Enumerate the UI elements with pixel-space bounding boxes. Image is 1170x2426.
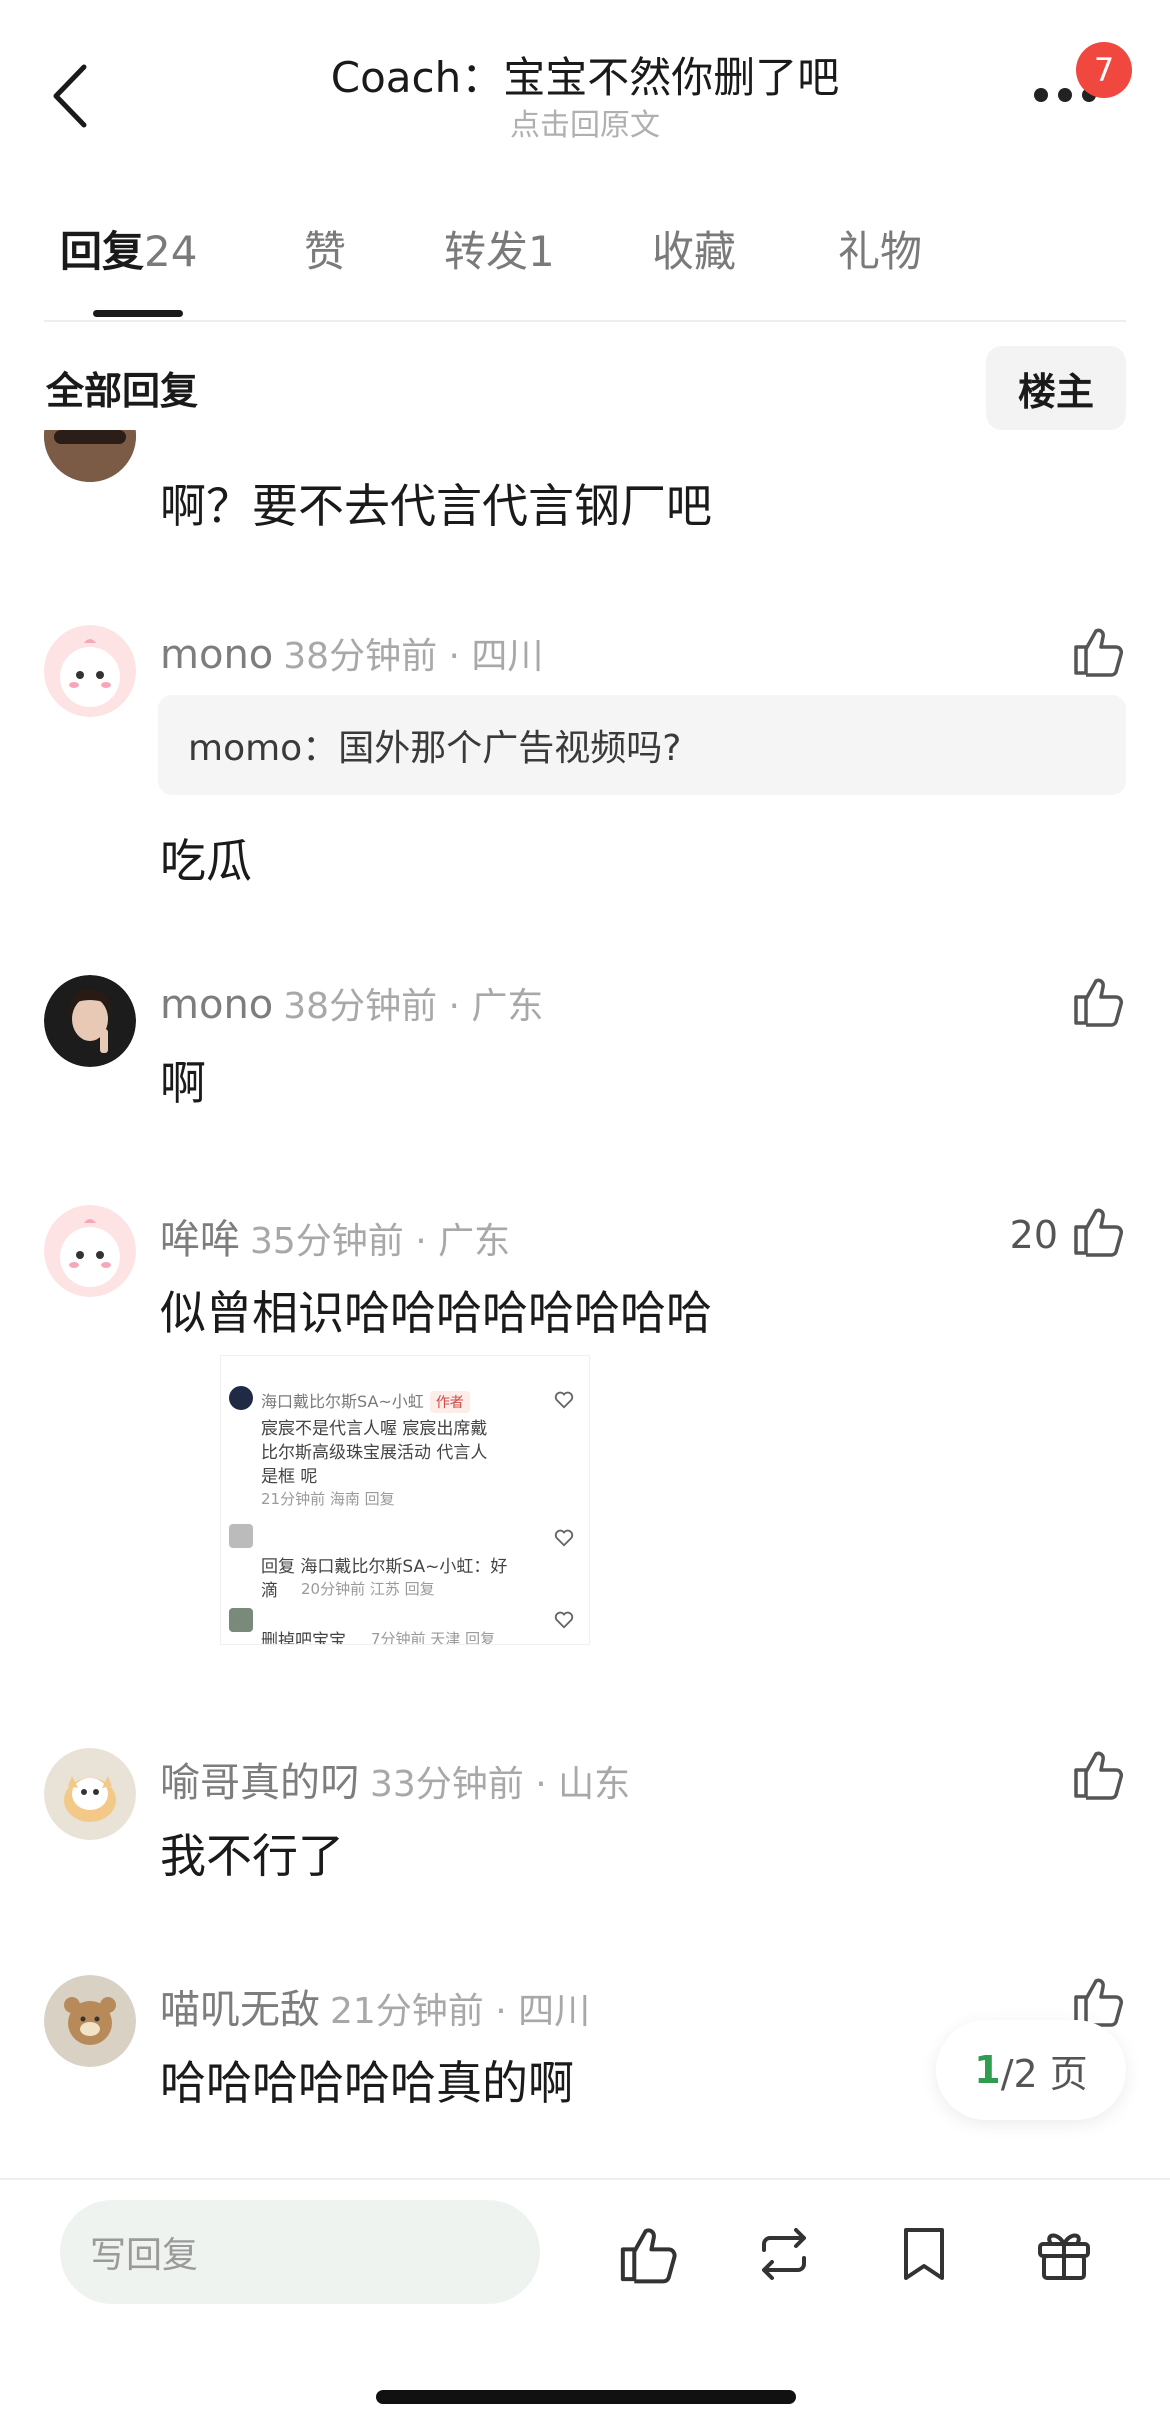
- comment-text: 吃瓜: [160, 834, 252, 888]
- repost-button[interactable]: [752, 2222, 816, 2286]
- bookmark-button[interactable]: [892, 2222, 956, 2286]
- tab-favorites[interactable]: 收藏: [652, 218, 736, 279]
- avatar[interactable]: [44, 1748, 136, 1840]
- thumbs-up-icon: [1074, 1751, 1123, 1800]
- comment-text: 哈哈哈哈哈哈真的啊: [160, 2056, 574, 2110]
- gift-button[interactable]: [1032, 2222, 1096, 2286]
- comment-author-row: 哞哞 35分钟前 · 广东: [160, 1207, 510, 1265]
- tab-reposts[interactable]: 转发1: [444, 218, 555, 279]
- all-replies-heading: 全部回复: [46, 369, 199, 413]
- heart-icon: [554, 1529, 574, 1547]
- tab-gifts[interactable]: 礼物: [838, 218, 922, 279]
- repost-icon: [762, 2228, 806, 2280]
- comment-list: 啊？要不去代言代言钢厂吧 mono 38分钟前 · 四川 momo：国外那个广告视…: [0, 430, 1170, 2170]
- divider: [0, 2178, 1170, 2180]
- comment-author[interactable]: 哞哞: [160, 1217, 240, 1263]
- author-avatar-icon: [229, 1386, 253, 1410]
- quoted-reply[interactable]: momo：国外那个广告视频吗?: [158, 695, 1126, 795]
- attached-screenshot-image[interactable]: 海口戴比尔斯SA~小虹 作者 宸宸不是代言人喔 宸宸出席戴 比尔斯高级珠宝展活动 …: [220, 1355, 590, 1645]
- avatar[interactable]: [44, 1975, 136, 2067]
- thumbs-up-icon: [1074, 628, 1123, 677]
- notification-badge: 7: [1076, 42, 1132, 98]
- like-button[interactable]: [1070, 623, 1126, 679]
- comment-text: 啊: [160, 1056, 206, 1110]
- bookmark-icon: [904, 2228, 944, 2280]
- thumbs-up-icon: [1074, 978, 1123, 1027]
- comment-meta: 33分钟前 · 山东: [370, 1764, 631, 1805]
- gift-icon: [1038, 2233, 1090, 2280]
- comment-author[interactable]: mono: [160, 982, 273, 1028]
- heart-icon: [554, 1611, 574, 1629]
- comment-meta: 35分钟前 · 广东: [250, 1221, 511, 1262]
- op-only-button[interactable]: 楼主: [986, 346, 1126, 430]
- like-button[interactable]: [1070, 1746, 1126, 1802]
- tab-bar: 回复24 赞 转发1 收藏 礼物: [60, 218, 1126, 298]
- page-indicator[interactable]: 1/2 页: [936, 2020, 1126, 2120]
- like-button[interactable]: [1070, 1203, 1126, 1259]
- comment-author[interactable]: 喻哥真的叼: [160, 1760, 360, 1806]
- thumbs-up-icon: [1074, 1208, 1123, 1257]
- more-button[interactable]: 7: [1034, 42, 1132, 128]
- avatar[interactable]: [44, 1205, 136, 1297]
- comment-meta: 21分钟前 · 四川: [330, 1991, 591, 2032]
- comment-author-row: 喵叽无敌 21分钟前 · 四川: [160, 1977, 590, 2035]
- reply-input[interactable]: 写回复: [60, 2200, 540, 2304]
- heart-icon: [554, 1391, 574, 1409]
- comment-author-row: mono 38分钟前 · 四川: [160, 627, 543, 679]
- total-pages: /2 页: [1000, 2051, 1088, 2096]
- current-page: 1: [974, 2048, 1001, 2092]
- avatar[interactable]: [44, 975, 136, 1067]
- page-title: Coach：宝宝不然你删了吧: [330, 53, 840, 102]
- home-indicator[interactable]: [376, 2390, 796, 2404]
- screen: Coach：宝宝不然你删了吧 点击回原文 7 回复24 赞 转发1 收藏 礼物 …: [0, 0, 1170, 2426]
- comment-meta: 38分钟前 · 四川: [283, 636, 544, 677]
- tab-likes[interactable]: 赞: [304, 218, 346, 279]
- comment-text: 我不行了: [160, 1829, 344, 1883]
- thumbs-up-icon: [620, 2228, 677, 2284]
- like-count: 20: [1009, 1213, 1058, 1257]
- like-button[interactable]: [1070, 973, 1126, 1029]
- tab-replies[interactable]: 回复24: [60, 218, 197, 279]
- comment-author[interactable]: mono: [160, 632, 273, 678]
- comment-author[interactable]: 喵叽无敌: [160, 1987, 320, 2033]
- active-tab-indicator: [93, 310, 183, 317]
- comment-meta: 38分钟前 · 广东: [283, 986, 544, 1027]
- avatar[interactable]: [44, 430, 136, 482]
- comment-text: 似曾相识哈哈哈哈哈哈哈哈: [160, 1286, 712, 1340]
- divider: [44, 320, 1126, 322]
- avatar[interactable]: [44, 625, 136, 717]
- comment-text: 啊？要不去代言代言钢厂吧: [160, 479, 712, 533]
- comment-author-row: 喻哥真的叼 33分钟前 · 山东: [160, 1750, 630, 1808]
- back-to-original-link[interactable]: 点击回原文: [0, 100, 1170, 144]
- like-button[interactable]: [616, 2222, 680, 2286]
- comment-author-row: mono 38分钟前 · 广东: [160, 977, 543, 1029]
